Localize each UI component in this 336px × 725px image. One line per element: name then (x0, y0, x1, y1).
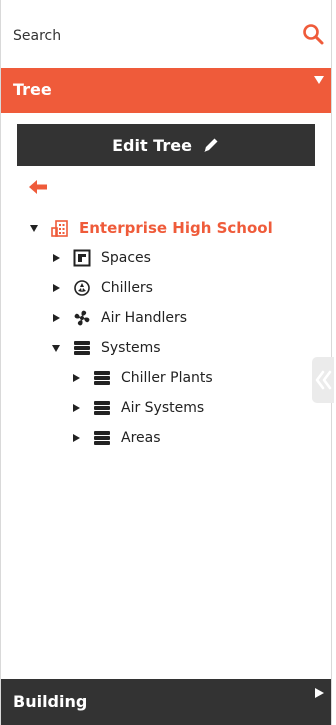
tree-node-label: Air Systems (121, 400, 205, 416)
expand-right-icon[interactable] (71, 373, 81, 383)
tree-section-header[interactable]: Tree (1, 68, 331, 113)
edit-tree-button[interactable]: Edit Tree (17, 124, 315, 166)
tree-node-areas[interactable]: Areas (71, 426, 161, 450)
expand-right-icon[interactable] (71, 403, 81, 413)
fan-icon (74, 310, 90, 326)
expand-right-icon[interactable] (51, 283, 61, 293)
building-section-title: Building (13, 692, 88, 711)
spaces-icon (73, 249, 91, 267)
tree-node-label: Enterprise High School (79, 219, 273, 237)
tree-node-label: Chillers (101, 280, 153, 296)
tree-node-enterprise-high-school[interactable]: Enterprise High School (29, 216, 273, 240)
building-section-header[interactable]: Building (1, 679, 331, 725)
tree-node-label: Areas (121, 430, 161, 446)
caret-right-icon (315, 688, 324, 698)
tree-section-title: Tree (13, 80, 52, 99)
navigation-panel: Tree Edit Tree Enterprise High (0, 0, 332, 725)
systems-icon (74, 341, 90, 355)
search-icon[interactable] (301, 22, 325, 46)
systems-icon (94, 371, 110, 385)
search-input[interactable] (11, 22, 295, 50)
systems-icon (94, 431, 110, 445)
tree-node-label: Spaces (101, 250, 151, 266)
expand-right-icon[interactable] (51, 253, 61, 263)
expand-right-icon[interactable] (51, 313, 61, 323)
collapse-panel-handle[interactable] (312, 357, 334, 403)
tree-node-label: Air Handlers (101, 310, 188, 326)
double-chevron-left-icon (315, 370, 332, 390)
tree-node-chillers[interactable]: Chillers (51, 276, 153, 300)
chiller-icon (74, 280, 90, 296)
building-icon (51, 220, 68, 237)
tree-node-systems[interactable]: Systems (51, 336, 161, 360)
expand-down-icon[interactable] (51, 343, 61, 353)
tree-node-label: Systems (101, 340, 161, 356)
tree-node-air-systems[interactable]: Air Systems (71, 396, 204, 420)
expand-down-icon[interactable] (29, 223, 39, 233)
tree-node-chiller-plants[interactable]: Chiller Plants (71, 366, 213, 390)
caret-down-icon (314, 76, 324, 84)
tree-node-label: Chiller Plants (121, 370, 213, 386)
expand-right-icon[interactable] (71, 433, 81, 443)
systems-icon (94, 401, 110, 415)
tree-node-spaces[interactable]: Spaces (51, 246, 151, 270)
pencil-icon (203, 138, 218, 152)
search-bar (1, 0, 331, 68)
edit-tree-label: Edit Tree (112, 135, 192, 155)
back-arrow-icon[interactable] (29, 178, 49, 196)
tree-node-air-handlers[interactable]: Air Handlers (51, 306, 187, 330)
